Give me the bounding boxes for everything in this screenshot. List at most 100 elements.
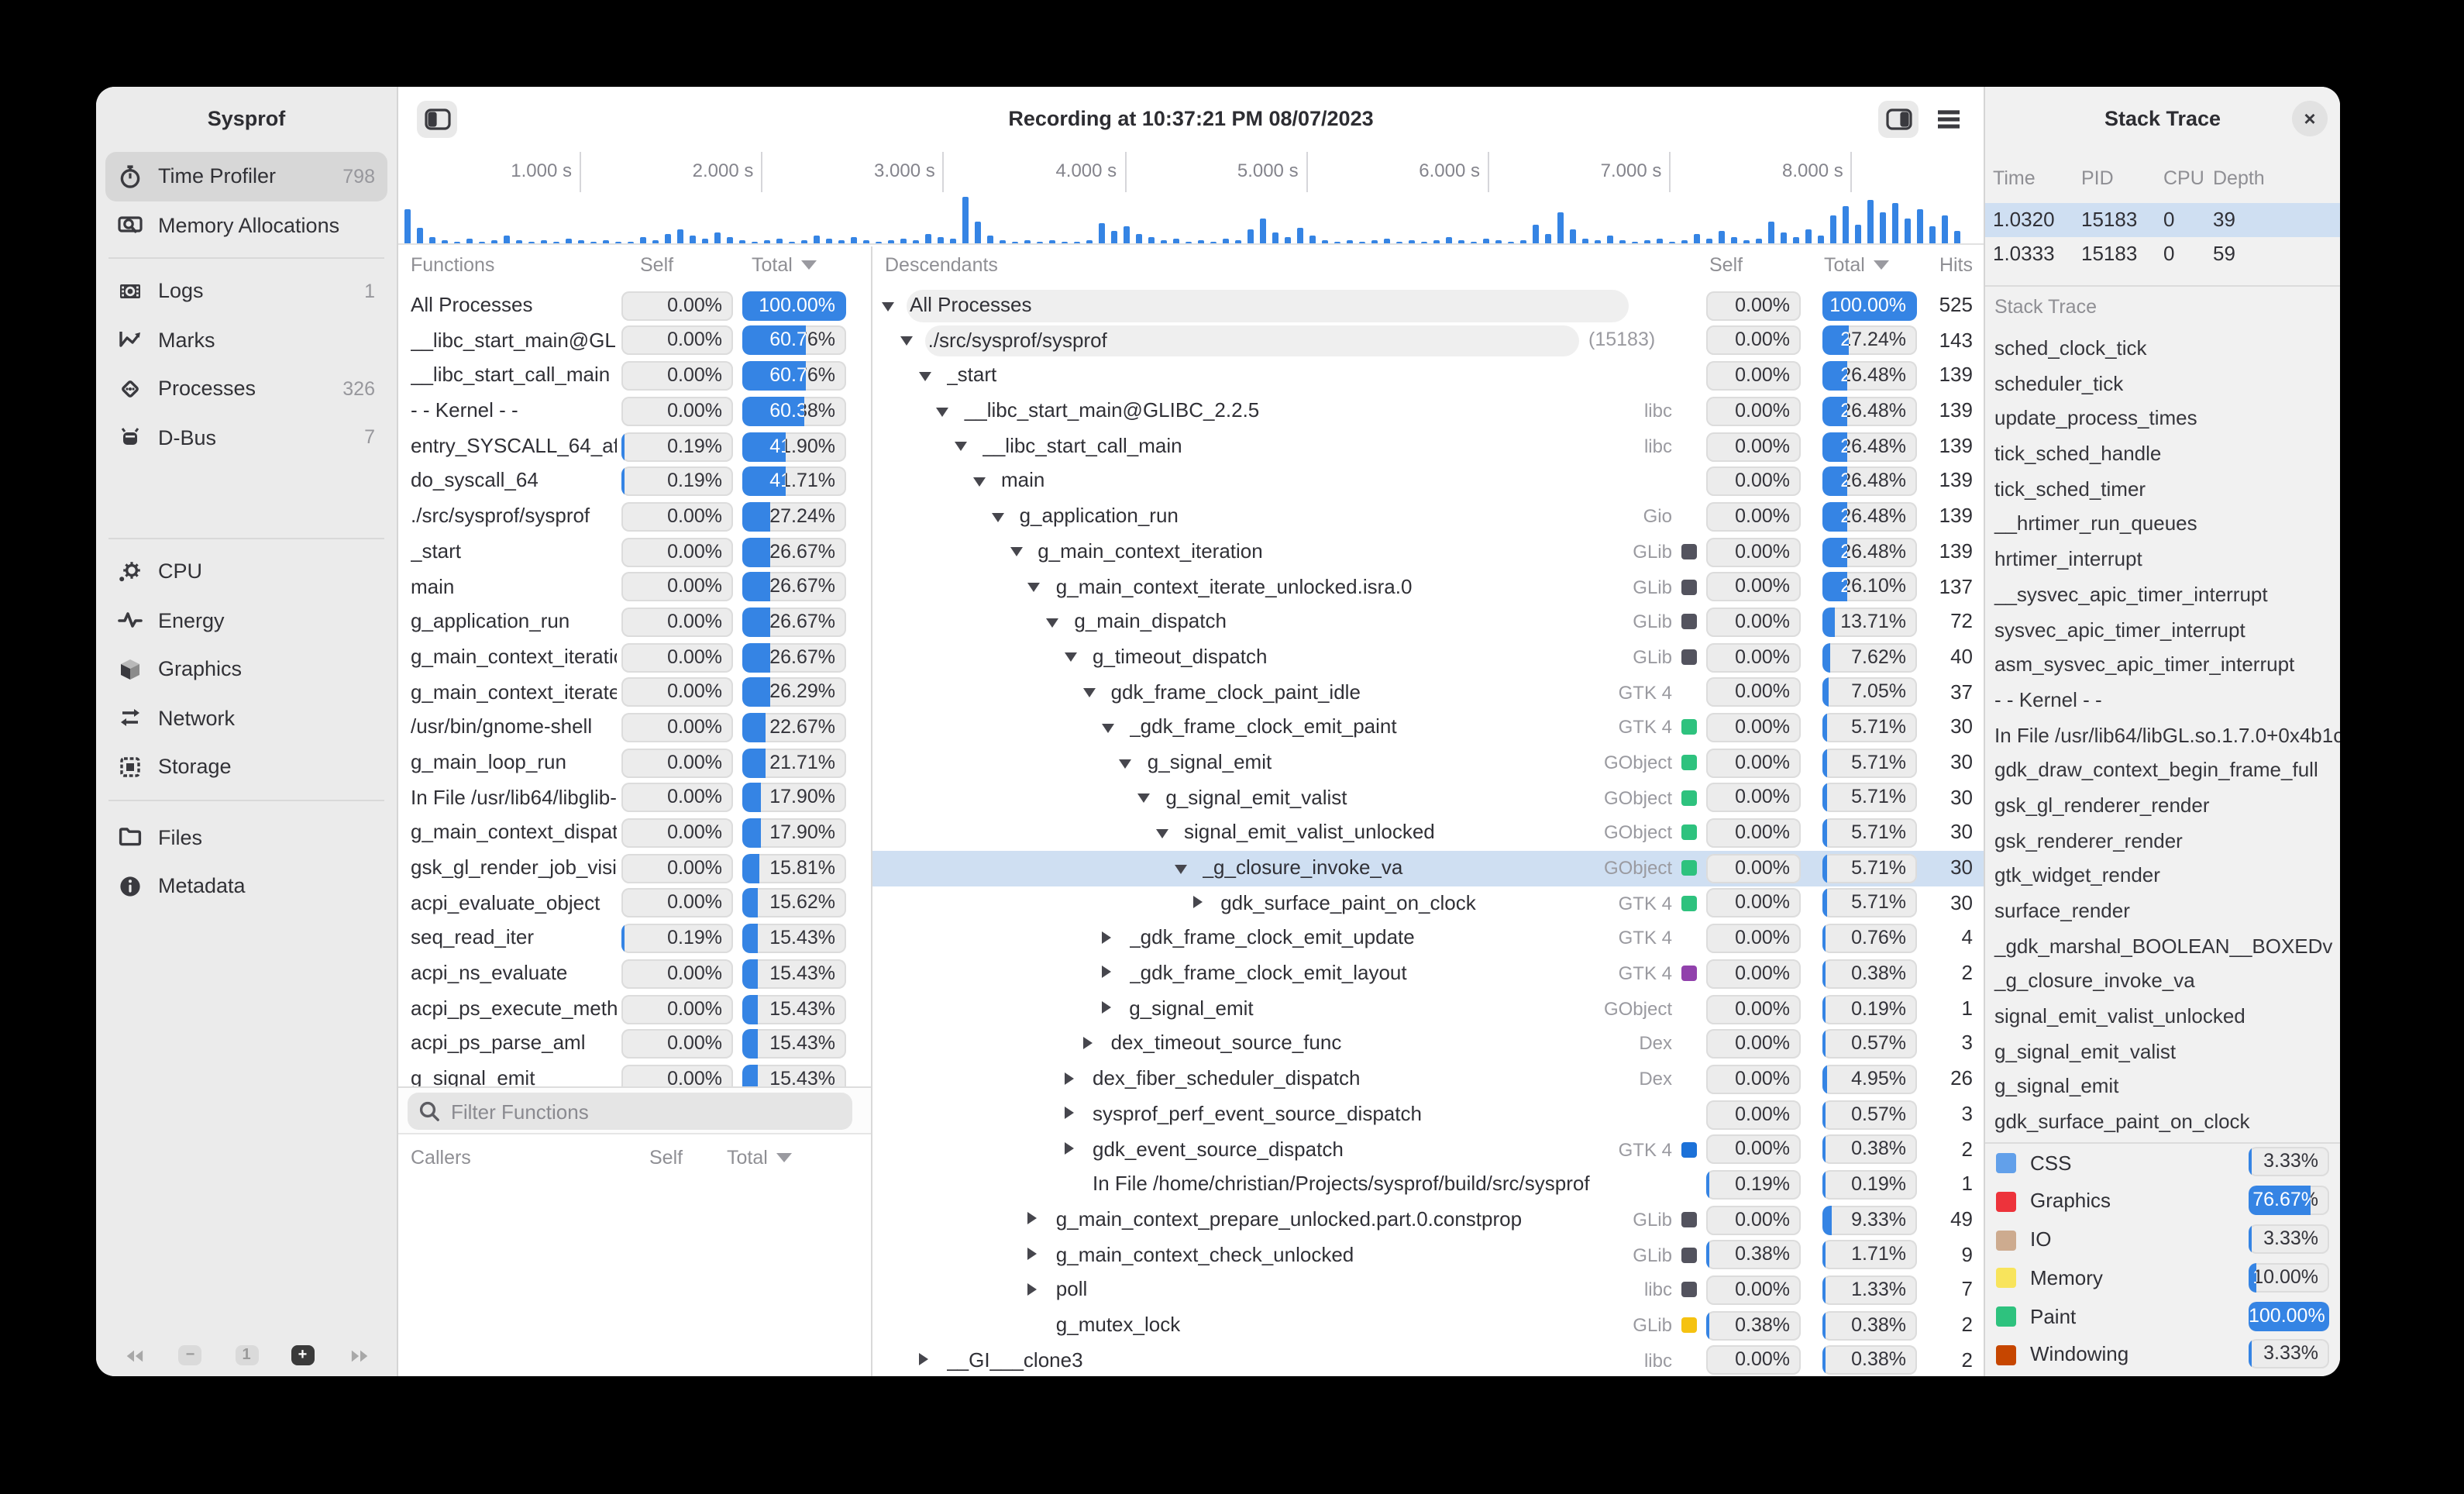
functions-table-row[interactable]: In File /usr/lib64/libglib-2.0.so0.00%17… (398, 780, 871, 815)
expander-open-icon[interactable] (1010, 548, 1022, 557)
descendants-tree-row[interactable]: g_main_dispatchGLib0.00%13.71%13.71%72 (872, 604, 1984, 639)
descendants-tree-row[interactable]: g_signal_emitGObject0.00%0.19%0.19%1 (872, 992, 1984, 1027)
functions-table-row[interactable]: acpi_evaluate_object0.00%15.62%15.62% (398, 886, 871, 921)
sidebar-item-processes[interactable]: Processes326 (105, 364, 387, 413)
expander-closed-icon[interactable] (1028, 1213, 1038, 1225)
stack-sample-row[interactable]: 1.033315183059 (1985, 237, 2340, 271)
callers-total-header[interactable]: Total (727, 1147, 793, 1169)
descendants-tree-row[interactable]: g_main_context_check_unlockedGLib0.38%0.… (872, 1238, 1984, 1272)
functions-table-row[interactable]: main0.00%26.67%26.67% (398, 570, 871, 604)
functions-table-row[interactable]: g_main_loop_run0.00%21.71%21.71% (398, 745, 871, 780)
close-icon[interactable]: × (2292, 101, 2328, 136)
functions-table-row[interactable]: g_signal_emit0.00%15.43%15.43% (398, 1062, 871, 1086)
descendants-total-header[interactable]: Total (1824, 254, 1890, 276)
stack-frame[interactable]: asm_sysvec_apic_timer_interrupt (1985, 648, 2340, 683)
descendants-tree-row[interactable]: signal_emit_valist_unlockedGObject0.00%5… (872, 816, 1984, 851)
stack-frame[interactable]: update_process_times (1985, 402, 2340, 437)
descendants-tree-row[interactable]: All Processes0.00%100.00%100.00%525 (872, 288, 1984, 323)
descendants-tree-row[interactable]: polllibc0.00%1.33%1.33%7 (872, 1273, 1984, 1308)
zoom-out-button[interactable]: − (179, 1345, 202, 1365)
expander-closed-icon[interactable] (1101, 966, 1110, 979)
fast-forward-icon[interactable] (347, 1345, 372, 1365)
expander-open-icon[interactable] (1137, 793, 1150, 803)
expander-open-icon[interactable] (1046, 618, 1058, 628)
descendants-tree-row[interactable]: __GI___clone3libc0.00%0.38%0.38%2 (872, 1343, 1984, 1376)
sidebar-item-metadata[interactable]: Metadata (105, 862, 387, 911)
stack-frame[interactable]: sched_clock_tick (1985, 332, 2340, 367)
stack-frame[interactable]: surface_render (1985, 894, 2340, 929)
functions-table-row[interactable]: __libc_start_call_main0.00%60.76%60.76% (398, 359, 871, 394)
stack-frame[interactable]: gsk_gl_renderer_render (1985, 789, 2340, 824)
expander-open-icon[interactable] (1101, 724, 1113, 733)
descendants-self-header[interactable]: Self (1709, 254, 1743, 276)
expander-open-icon[interactable] (1083, 688, 1096, 697)
expander-open-icon[interactable] (937, 407, 949, 416)
stack-frame[interactable]: scheduler_tick (1985, 367, 2340, 401)
stack-frame[interactable]: tick_sched_timer (1985, 473, 2340, 508)
functions-table-row[interactable]: gsk_gl_render_job_visit_node0.00%15.81%1… (398, 851, 871, 886)
descendants-tree-row[interactable]: _g_closure_invoke_vaGObject0.00%5.71%5.7… (872, 851, 1984, 886)
functions-table-row[interactable]: seq_read_iter0.19%0.19%15.43%15.43% (398, 921, 871, 956)
stack-frame[interactable]: g_signal_emit_valist (1985, 1035, 2340, 1070)
functions-table-row[interactable]: acpi_ps_parse_aml0.00%15.43%15.43% (398, 1027, 871, 1062)
expander-open-icon[interactable] (1120, 759, 1132, 768)
sidebar-item-files[interactable]: Files (105, 813, 387, 862)
descendants-tree-row[interactable]: gdk_event_source_dispatchGTK 40.00%0.38%… (872, 1132, 1984, 1167)
toggle-left-panel-button[interactable] (417, 101, 457, 138)
functions-table-row[interactable]: entry_SYSCALL_64_after_hwframe0.19%0.19%… (398, 429, 871, 464)
rewind-icon[interactable] (121, 1345, 146, 1365)
cpu-activity-timeline[interactable] (398, 194, 1984, 245)
functions-table-row[interactable]: g_main_context_iterate_unlocked0.00%26.2… (398, 675, 871, 710)
expander-closed-icon[interactable] (1083, 1037, 1093, 1049)
stack-frame[interactable]: __hrtimer_run_queues (1985, 508, 2340, 542)
callers-self-header[interactable]: Self (649, 1147, 683, 1169)
expander-closed-icon[interactable] (1101, 1001, 1110, 1014)
descendants-tree-row[interactable]: g_signal_emitGObject0.00%5.71%5.71%30 (872, 745, 1984, 780)
expander-open-icon[interactable] (1065, 653, 1077, 663)
descendants-tree-row[interactable]: g_mutex_lockGLib0.38%0.38%0.38%0.38%2 (872, 1308, 1984, 1343)
toggle-right-panel-button[interactable] (1878, 101, 1919, 138)
sidebar-item-storage[interactable]: Storage (105, 742, 387, 791)
descendants-tree-row[interactable]: _gdk_frame_clock_emit_layoutGTK 40.00%0.… (872, 956, 1984, 991)
stack-frame[interactable]: g_signal_emit (1985, 1070, 2340, 1105)
functions-table-row[interactable]: - - Kernel - -0.00%60.38%60.38% (398, 394, 871, 429)
descendants-tree-row[interactable]: g_application_runGio0.00%26.48%26.48%139 (872, 499, 1984, 534)
zoom-in-button[interactable]: + (291, 1345, 315, 1365)
descendants-tree-row[interactable]: _start0.00%26.48%26.48%139 (872, 359, 1984, 394)
expander-open-icon[interactable] (900, 337, 913, 346)
descendants-tree-row[interactable]: g_timeout_dispatchGLib0.00%7.62%7.62%40 (872, 640, 1984, 675)
functions-table-row[interactable]: g_main_context_iteration0.00%26.67%26.67… (398, 640, 871, 675)
descendants-tree-row[interactable]: main0.00%26.48%26.48%139 (872, 464, 1984, 499)
stack-frame[interactable]: hrtimer_interrupt (1985, 542, 2340, 577)
functions-table-row[interactable]: __libc_start_main@GLIBC_2.2.50.00%60.76%… (398, 323, 871, 358)
descendants-tree-row[interactable]: _gdk_frame_clock_emit_paintGTK 40.00%5.7… (872, 711, 1984, 745)
expander-open-icon[interactable] (992, 512, 1004, 522)
expander-open-icon[interactable] (1156, 829, 1168, 838)
filter-functions-input[interactable] (408, 1093, 852, 1130)
functions-table-row[interactable]: ./src/sysprof/sysprof0.00%27.24%27.24% (398, 499, 871, 534)
expander-closed-icon[interactable] (918, 1353, 927, 1365)
functions-table-row[interactable]: g_application_run0.00%26.67%26.67% (398, 604, 871, 639)
descendants-tree-row[interactable]: In File /home/christian/Projects/sysprof… (872, 1167, 1984, 1202)
sidebar-item-marks[interactable]: Marks (105, 315, 387, 364)
expander-open-icon[interactable] (1028, 583, 1041, 592)
descendants-tree-row[interactable]: g_signal_emit_valistGObject0.00%5.71%5.7… (872, 780, 1984, 815)
sidebar-item-cpu[interactable]: CPU (105, 547, 387, 596)
sidebar-item-graphics[interactable]: Graphics (105, 645, 387, 694)
descendants-tree-row[interactable]: g_main_context_prepare_unlocked.part.0.c… (872, 1203, 1984, 1238)
expander-open-icon[interactable] (955, 442, 967, 452)
stack-frame[interactable]: In File /usr/lib64/libGL.so.1.7.0+0x4b1c… (1985, 718, 2340, 753)
sidebar-item-network[interactable]: Network (105, 694, 387, 742)
descendants-tree-row[interactable]: g_main_context_iterate_unlocked.isra.0GL… (872, 570, 1984, 604)
expander-open-icon[interactable] (973, 477, 986, 487)
descendants-tree-row[interactable]: _gdk_frame_clock_emit_updateGTK 40.00%0.… (872, 921, 1984, 956)
expander-open-icon[interactable] (918, 372, 931, 381)
functions-table-row[interactable]: g_main_context_dispatch0.00%17.90%17.90% (398, 816, 871, 851)
stack-frame[interactable]: tick_sched_handle (1985, 437, 2340, 472)
stack-frame[interactable]: gdk_surface_paint_on_clock (1985, 1105, 2340, 1140)
stack-frame[interactable]: __sysvec_apic_timer_interrupt (1985, 578, 2340, 613)
stack-frame[interactable]: - - Kernel - - (1985, 683, 2340, 718)
time-ruler[interactable]: 1.000 s2.000 s3.000 s4.000 s5.000 s6.000… (398, 150, 1984, 194)
functions-table-row[interactable]: /usr/bin/gnome-shell0.00%22.67%22.67% (398, 711, 871, 745)
expander-closed-icon[interactable] (1028, 1282, 1038, 1295)
